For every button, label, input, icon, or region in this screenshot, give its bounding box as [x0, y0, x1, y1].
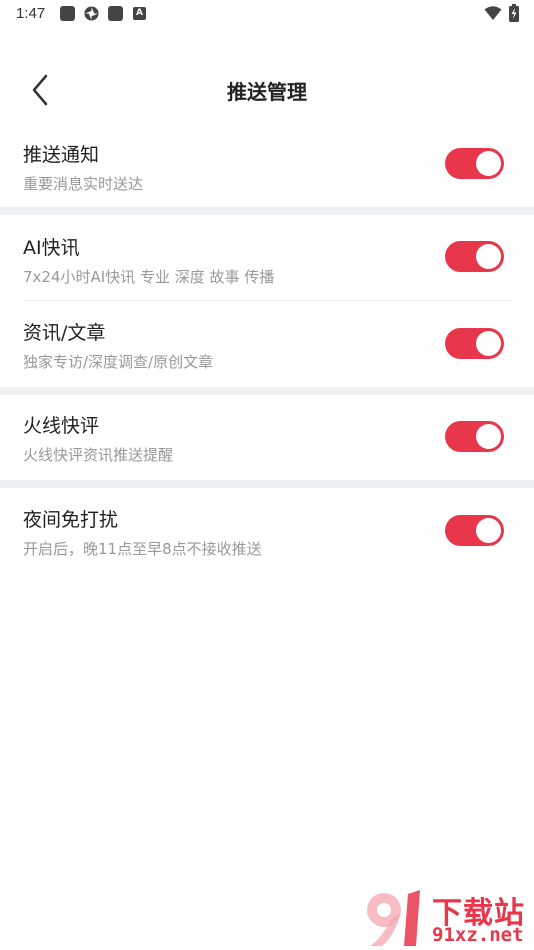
setting-title: AI快讯 [23, 237, 80, 259]
app-square-icon [108, 6, 123, 21]
setting-row-articles: 资讯/文章 独家专访/深度调查/原创文章 [0, 301, 534, 387]
setting-subtitle: 重要消息实时送达 [23, 175, 144, 193]
setting-row-ai-news: AI快讯 7x24小时AI快讯 专业 深度 故事 传播 [0, 215, 534, 300]
do-not-disturb-toggle[interactable] [445, 515, 504, 546]
page-title: 推送管理 [227, 80, 307, 104]
watermark-logo [367, 890, 420, 946]
a-badge-icon: A [133, 7, 146, 20]
setting-title: 夜间免打扰 [23, 509, 119, 531]
pinwheel-icon [84, 6, 99, 21]
toggle-knob [476, 331, 501, 356]
header: 推送管理 [0, 62, 534, 118]
section-divider [0, 207, 534, 215]
toggle-knob [476, 424, 501, 449]
quick-review-toggle[interactable] [445, 421, 504, 452]
setting-title: 火线快评 [23, 415, 100, 437]
app-square-icon [60, 6, 75, 21]
setting-row-quick-review: 火线快评 火线快评资讯推送提醒 [0, 395, 534, 480]
push-notify-toggle[interactable] [445, 148, 504, 179]
status-time: 1:47 [16, 5, 46, 22]
toggle-knob [476, 518, 501, 543]
status-bar: 1:47 A [0, 0, 534, 30]
watermark-url: 91xz.net [432, 924, 524, 946]
section-divider [0, 387, 534, 395]
ai-news-toggle[interactable] [445, 241, 504, 272]
setting-title: 资讯/文章 [23, 322, 106, 344]
battery-charging-icon [509, 4, 519, 22]
setting-subtitle: 7x24小时AI快讯 专业 深度 故事 传播 [23, 268, 275, 286]
articles-toggle[interactable] [445, 328, 504, 359]
setting-subtitle: 开启后，晚11点至早8点不接收推送 [23, 540, 262, 558]
section-divider [0, 480, 534, 488]
watermark: 下载站 91xz.net [362, 888, 532, 948]
setting-subtitle: 独家专访/深度调查/原创文章 [23, 353, 214, 371]
toggle-knob [476, 244, 501, 269]
toggle-knob [476, 151, 501, 176]
wifi-icon [484, 5, 502, 21]
setting-row-push-notify: 推送通知 重要消息实时送达 [0, 128, 534, 208]
setting-row-do-not-disturb: 夜间免打扰 开启后，晚11点至早8点不接收推送 [0, 488, 534, 574]
setting-subtitle: 火线快评资讯推送提醒 [23, 446, 174, 464]
setting-title: 推送通知 [23, 144, 100, 166]
